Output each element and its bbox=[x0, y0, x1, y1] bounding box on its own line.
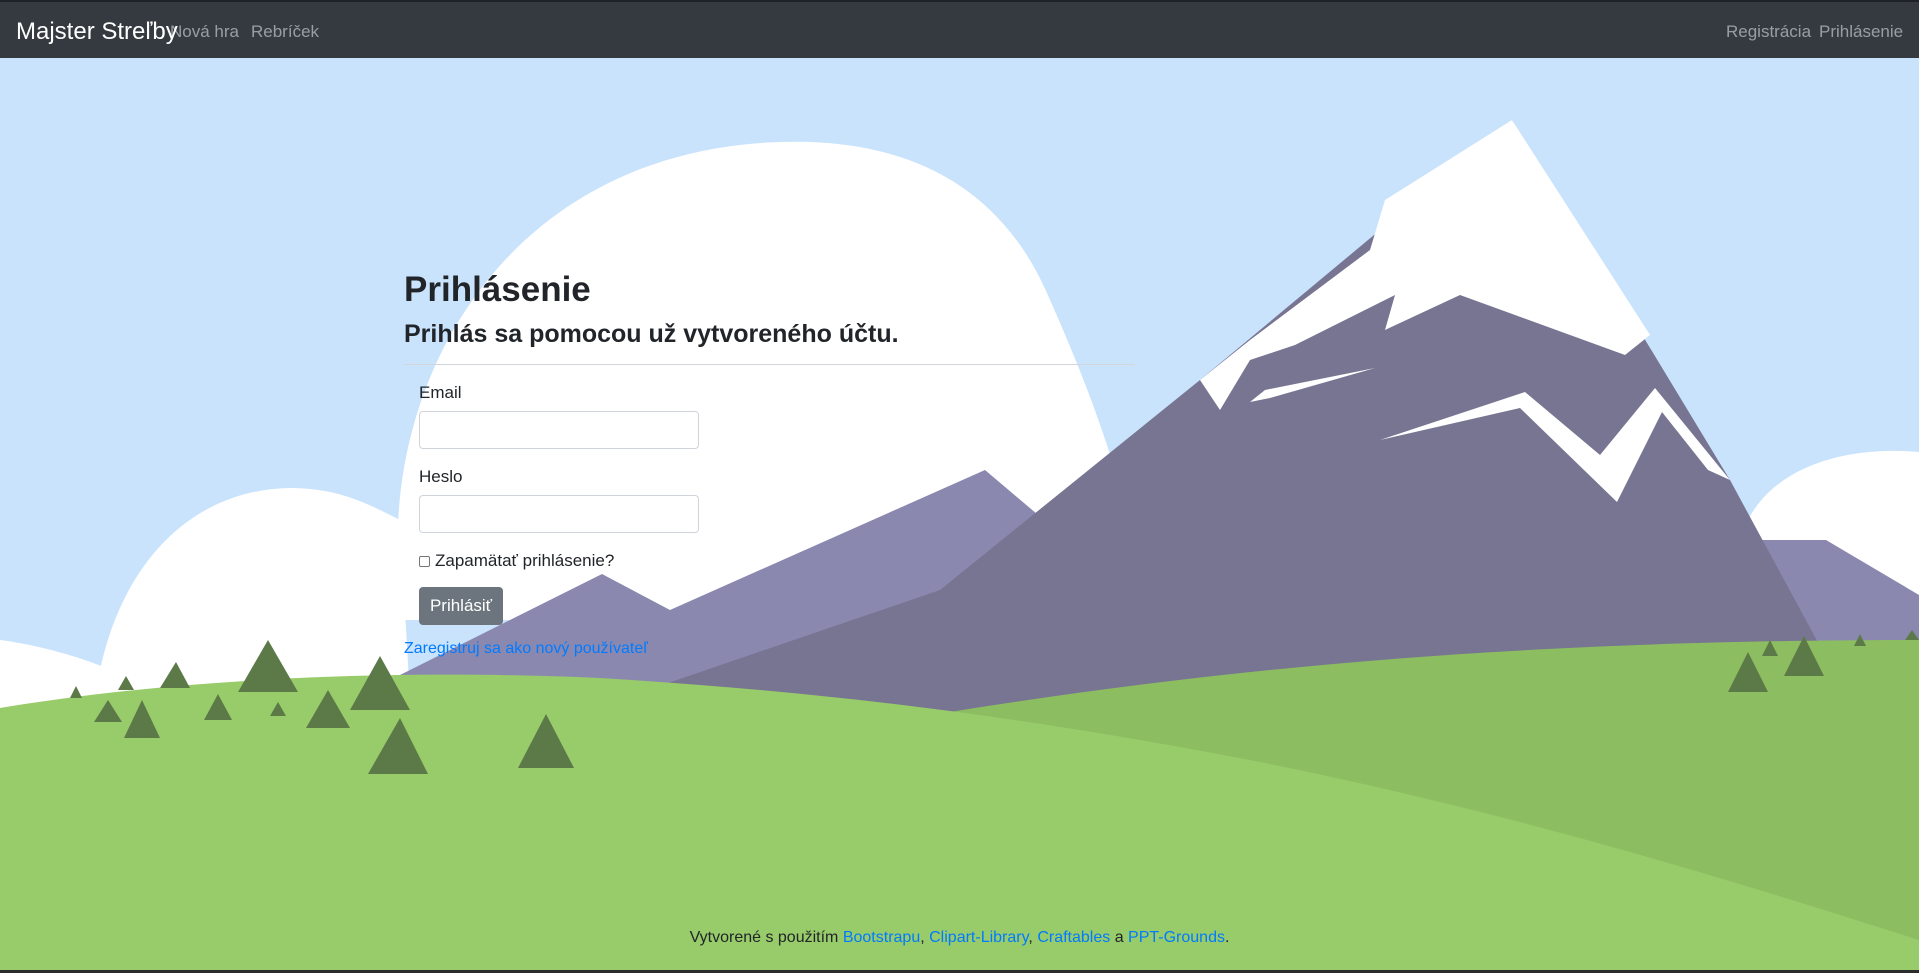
password-label: Heslo bbox=[419, 467, 463, 486]
brand-link[interactable]: Majster Streľby bbox=[16, 18, 178, 46]
password-field[interactable] bbox=[419, 495, 699, 533]
footer-conjunction: a bbox=[1114, 929, 1124, 946]
footer-prefix: Vytvorené s použitím bbox=[689, 929, 839, 946]
footer-link-bootstrap[interactable]: Bootstrapu bbox=[843, 929, 920, 946]
top-navbar: Majster Streľby Nová hra Rebríček Regist… bbox=[0, 0, 1919, 58]
email-label: Email bbox=[419, 383, 462, 402]
footer-link-craftables[interactable]: Craftables bbox=[1037, 929, 1110, 946]
remember-label[interactable]: Zapamätať prihlásenie? bbox=[435, 551, 614, 571]
footer-separator: , bbox=[920, 929, 925, 946]
nav-link-leaderboard[interactable]: Rebríček bbox=[251, 21, 319, 43]
login-form: Email Heslo Zapamätať prihlásenie? Prihl… bbox=[404, 365, 1135, 658]
page-subtitle: Prihlás sa pomocou už vytvoreného účtu. bbox=[404, 320, 899, 348]
login-section: Prihlásenie Prihlás sa pomocou už vytvor… bbox=[404, 266, 1135, 658]
footer-link-ppt-grounds[interactable]: PPT-Grounds bbox=[1128, 929, 1225, 946]
page-title: Prihlásenie bbox=[404, 270, 591, 309]
login-button[interactable]: Prihlásiť bbox=[419, 587, 503, 625]
email-field[interactable] bbox=[419, 411, 699, 449]
nav-link-login[interactable]: Prihlásenie bbox=[1819, 21, 1903, 43]
nav-link-register[interactable]: Registrácia bbox=[1726, 21, 1811, 43]
footer-suffix: . bbox=[1224, 929, 1230, 946]
nav-link-new-game[interactable]: Nová hra bbox=[170, 21, 239, 43]
footer: Vytvorené s použitím Bootstrapu, Clipart… bbox=[0, 929, 1919, 947]
register-link[interactable]: Zaregistruj sa ako nový používateľ bbox=[404, 640, 1135, 658]
remember-row: Zapamätať prihlásenie? bbox=[419, 550, 1135, 572]
footer-separator: , bbox=[1028, 929, 1033, 946]
footer-link-clipart-library[interactable]: Clipart-Library bbox=[929, 929, 1028, 946]
remember-checkbox[interactable] bbox=[419, 555, 430, 567]
